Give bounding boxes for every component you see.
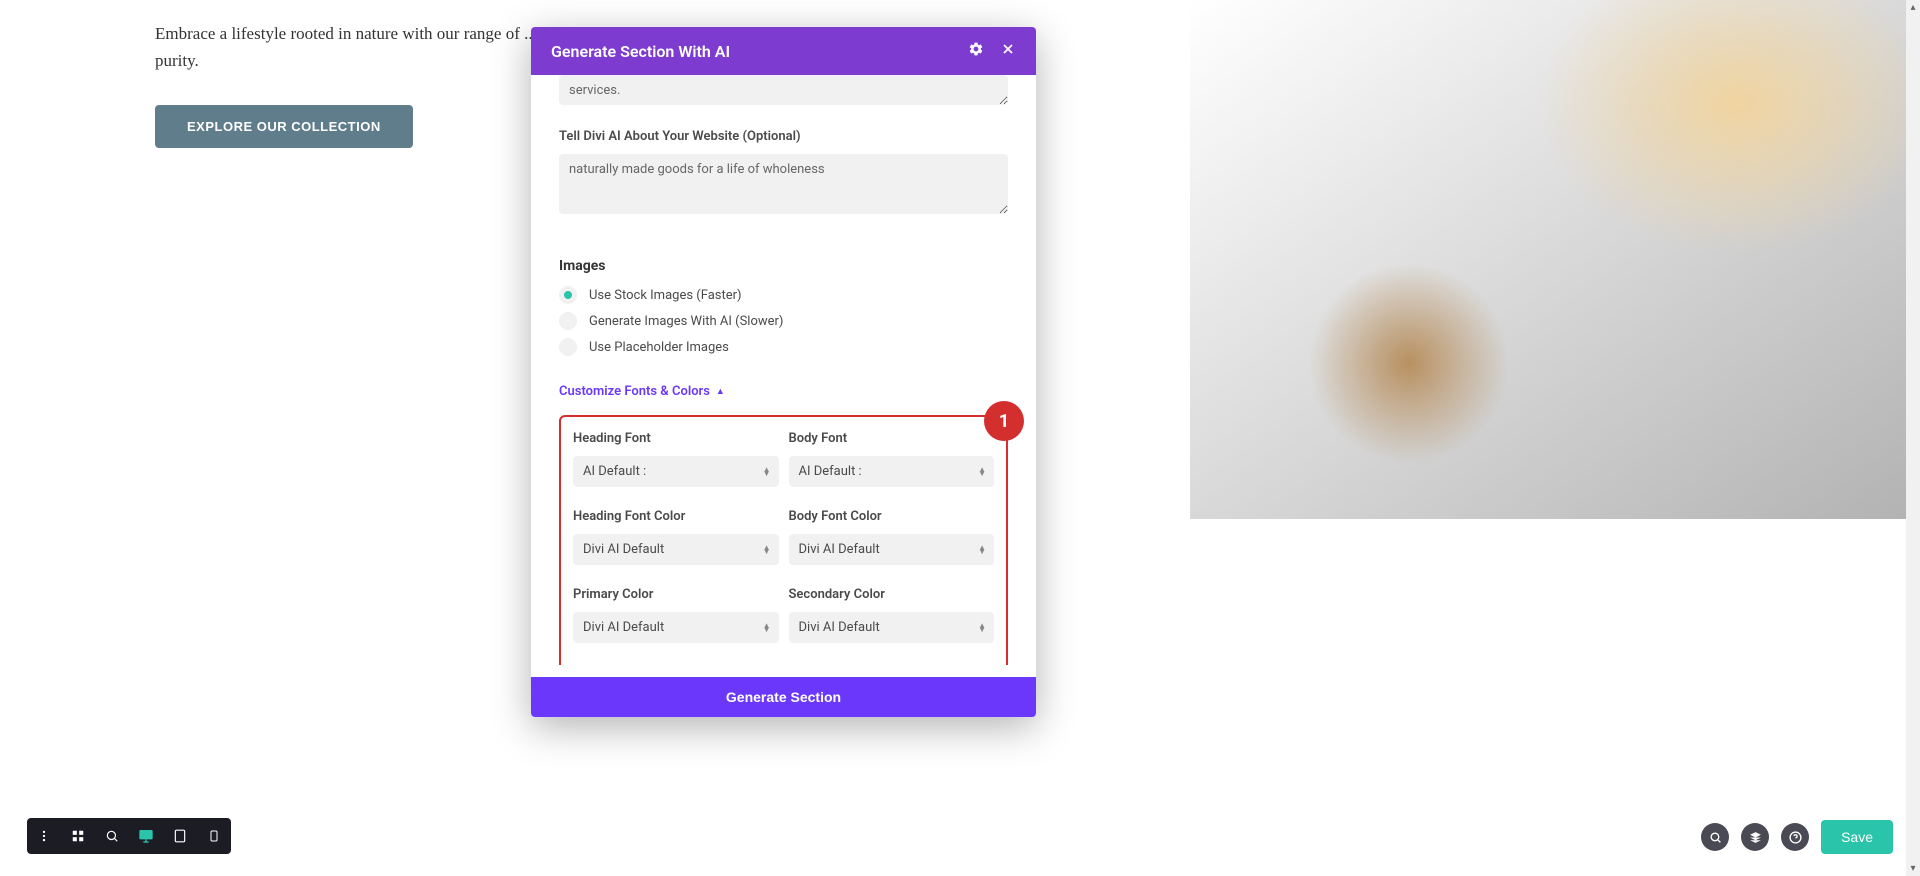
heading-font-select[interactable]: AI Default : ▲▼ (573, 456, 779, 487)
select-value: Divi AI Default (583, 542, 664, 557)
generate-section-button[interactable]: Generate Section (531, 677, 1036, 717)
radio-label: Generate Images With AI (Slower) (589, 314, 783, 329)
body-font-color-field: Body Font Color Divi AI Default ▲▼ (789, 509, 995, 577)
select-value: AI Default : (799, 464, 862, 479)
sort-icon: ▲▼ (978, 624, 986, 632)
radio-icon (559, 286, 577, 304)
select-value: Divi AI Default (799, 542, 880, 557)
heading-font-field: Heading Font AI Default : ▲▼ (573, 431, 779, 499)
website-label: Tell Divi AI About Your Website (Optiona… (559, 129, 1008, 144)
help-icon[interactable] (1781, 823, 1809, 851)
scroll-down-icon[interactable]: ▾ (1910, 863, 1915, 874)
fonts-colors-grid: Heading Font AI Default : ▲▼ Body Font A… (573, 431, 994, 655)
website-textarea[interactable]: naturally made goods for a life of whole… (559, 154, 1008, 214)
search-icon[interactable] (1701, 823, 1729, 851)
caret-up-icon: ▲ (716, 386, 725, 397)
radio-placeholder-images[interactable]: Use Placeholder Images (559, 338, 1008, 356)
tablet-icon[interactable] (163, 818, 197, 854)
modal-header: Generate Section With AI (531, 27, 1036, 75)
select-value: AI Default : (583, 464, 646, 479)
explore-button[interactable]: EXPLORE OUR COLLECTION (155, 105, 413, 148)
annotation-badge: 1 (984, 401, 1024, 441)
radio-ai-images[interactable]: Generate Images With AI (Slower) (559, 312, 1008, 330)
radio-label: Use Placeholder Images (589, 340, 729, 355)
modal-header-actions (968, 41, 1016, 61)
customize-link-label: Customize Fonts & Colors (559, 384, 710, 399)
radio-icon (559, 312, 577, 330)
field-label: Body Font Color (789, 509, 995, 524)
heading-font-color-select[interactable]: Divi AI Default ▲▼ (573, 534, 779, 565)
radio-label: Use Stock Images (Faster) (589, 288, 742, 303)
modal-footer: Generate Section (531, 665, 1036, 717)
page-scrollbar[interactable]: ▴ ▾ (1906, 0, 1920, 876)
zoom-icon[interactable] (95, 818, 129, 854)
body-font-color-select[interactable]: Divi AI Default ▲▼ (789, 534, 995, 565)
close-icon[interactable] (1000, 41, 1016, 61)
mobile-icon[interactable] (197, 818, 231, 854)
save-button[interactable]: Save (1821, 820, 1893, 854)
bottom-toolbar-left (27, 818, 231, 854)
secondary-color-select[interactable]: Divi AI Default ▲▼ (789, 612, 995, 643)
sort-icon: ▲▼ (763, 546, 771, 554)
body-font-select[interactable]: AI Default : ▲▼ (789, 456, 995, 487)
customize-fonts-colors-toggle[interactable]: Customize Fonts & Colors ▲ (559, 384, 725, 399)
hero-image (1190, 0, 1920, 519)
primary-color-select[interactable]: Divi AI Default ▲▼ (573, 612, 779, 643)
sort-icon: ▲▼ (763, 624, 771, 632)
field-label: Body Font (789, 431, 995, 446)
scroll-up-icon[interactable]: ▴ (1910, 2, 1915, 13)
sort-icon: ▲▼ (978, 546, 986, 554)
sort-icon: ▲▼ (978, 468, 986, 476)
select-value: Divi AI Default (583, 620, 664, 635)
radio-icon (559, 338, 577, 356)
services-textarea[interactable]: services. (559, 75, 1008, 105)
images-section-title: Images (559, 258, 1008, 274)
modal-title: Generate Section With AI (551, 42, 730, 61)
fonts-colors-panel: 1 Heading Font AI Default : ▲▼ Body Font… (559, 415, 1008, 665)
image-options-group: Use Stock Images (Faster) Generate Image… (559, 286, 1008, 356)
settings-icon[interactable] (968, 41, 984, 61)
select-value: Divi AI Default (799, 620, 880, 635)
modal-body: services. Tell Divi AI About Your Websit… (531, 75, 1036, 665)
wireframe-icon[interactable] (61, 818, 95, 854)
field-label: Heading Font (573, 431, 779, 446)
field-label: Secondary Color (789, 587, 995, 602)
body-font-field: Body Font AI Default : ▲▼ (789, 431, 995, 499)
more-icon[interactable] (27, 818, 61, 854)
layers-icon[interactable] (1741, 823, 1769, 851)
heading-font-color-field: Heading Font Color Divi AI Default ▲▼ (573, 509, 779, 577)
bottom-toolbar-right: Save (1701, 820, 1893, 854)
sort-icon: ▲▼ (763, 468, 771, 476)
desktop-icon[interactable] (129, 818, 163, 854)
radio-stock-images[interactable]: Use Stock Images (Faster) (559, 286, 1008, 304)
field-label: Heading Font Color (573, 509, 779, 524)
generate-section-modal: Generate Section With AI services. Tell … (531, 27, 1036, 717)
field-label: Primary Color (573, 587, 779, 602)
secondary-color-field: Secondary Color Divi AI Default ▲▼ (789, 587, 995, 655)
primary-color-field: Primary Color Divi AI Default ▲▼ (573, 587, 779, 655)
